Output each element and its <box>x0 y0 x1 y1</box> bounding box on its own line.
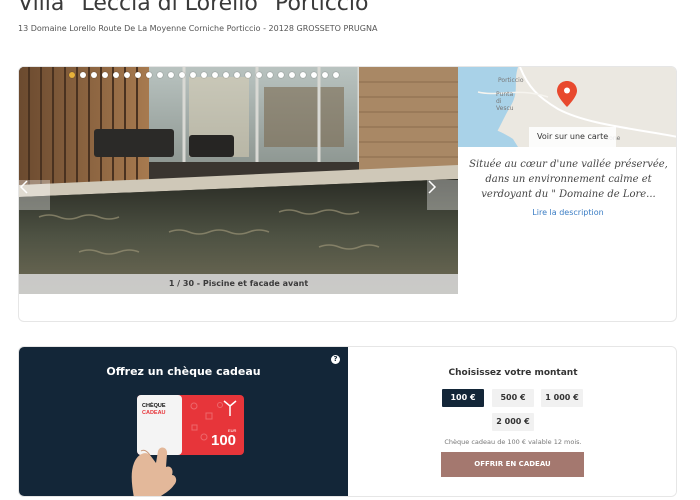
gallery-prev-button[interactable] <box>19 180 50 210</box>
gallery-dot[interactable] <box>157 72 163 78</box>
gift-voucher-section: Offrez un chèque cadeau ? CHÈQUE CADEAU … <box>18 346 677 497</box>
gallery-dot[interactable] <box>146 72 152 78</box>
gallery-dot[interactable] <box>245 72 251 78</box>
gallery-dot[interactable] <box>278 72 284 78</box>
gallery-dot[interactable] <box>179 72 185 78</box>
gallery-dot[interactable] <box>124 72 130 78</box>
gallery-dot[interactable] <box>113 72 119 78</box>
gift-card-label-line1: CHÈQUE <box>142 401 166 409</box>
gift-card-amount: 100 <box>211 432 236 449</box>
page-title: Villa "Leccia di Lorello" Porticcio <box>18 0 369 16</box>
gallery-dot[interactable] <box>267 72 273 78</box>
pool-photo-illustration <box>19 67 458 294</box>
amount-heading: Choisissez votre montant <box>448 368 578 378</box>
validity-note: Chèque cadeau de 100 € valable 12 mois. <box>444 438 582 446</box>
amount-option[interactable]: 2 000 € <box>492 413 534 431</box>
gallery-dot[interactable] <box>223 72 229 78</box>
gift-card-currency: EUR <box>228 428 237 433</box>
gift-voucher-panel: Offrez un chèque cadeau ? CHÈQUE CADEAU … <box>19 347 348 496</box>
read-description-link[interactable]: Lire la description <box>458 208 676 217</box>
view-map-button[interactable]: Voir sur une carte <box>529 127 617 147</box>
chevron-left-icon <box>19 180 28 194</box>
gift-voucher-title: Offrez un chèque cadeau <box>106 365 261 378</box>
gallery-card: 1 / 30 - Piscine et facade avant Porticc… <box>18 66 677 322</box>
amount-option[interactable]: 100 € <box>442 389 484 407</box>
question-icon[interactable]: ? <box>331 355 340 364</box>
gallery-dot[interactable] <box>311 72 317 78</box>
map-town-label: Porticcio <box>498 77 524 84</box>
hotel-address: 13 Domaine Lorello Route De La Moyenne C… <box>18 24 378 33</box>
map-town-label: Punta di Vescu <box>496 91 514 112</box>
amount-option[interactable]: 500 € <box>492 389 534 407</box>
gallery-dot[interactable] <box>289 72 295 78</box>
gallery-photo[interactable]: 1 / 30 - Piscine et facade avant <box>19 67 458 294</box>
amount-selection-panel: Choisissez votre montant 100 € 500 € 1 0… <box>348 347 676 496</box>
gallery-dot[interactable] <box>69 72 75 78</box>
gallery-dot[interactable] <box>201 72 207 78</box>
property-description: Située au cœur d'une vallée préservée, d… <box>469 159 668 200</box>
map-pin-icon <box>557 81 577 107</box>
gallery-dot[interactable] <box>91 72 97 78</box>
chevron-right-icon <box>428 180 437 194</box>
gallery-dots <box>69 72 339 78</box>
photo-caption: 1 / 30 - Piscine et facade avant <box>19 274 458 294</box>
gallery-dot[interactable] <box>322 72 328 78</box>
gallery-dot[interactable] <box>168 72 174 78</box>
gallery-dot[interactable] <box>190 72 196 78</box>
location-map[interactable]: Porticcio Punta di Vescu zone Voir sur u… <box>458 67 676 147</box>
gallery-dot[interactable] <box>333 72 339 78</box>
gallery-dot[interactable] <box>256 72 262 78</box>
gallery-dot[interactable] <box>80 72 86 78</box>
gallery-dot[interactable] <box>234 72 240 78</box>
gallery-dot[interactable] <box>212 72 218 78</box>
offer-gift-button[interactable]: OFFRIR EN CADEAU <box>441 452 584 477</box>
amount-option[interactable]: 1 000 € <box>541 389 583 407</box>
gallery-dot[interactable] <box>135 72 141 78</box>
gift-card-illustration: CHÈQUE CADEAU 100 EUR <box>131 395 244 496</box>
gallery-next-button[interactable] <box>427 180 458 210</box>
gallery-dot[interactable] <box>102 72 108 78</box>
gallery-dot[interactable] <box>300 72 306 78</box>
gift-card-label-line2: CADEAU <box>142 410 166 416</box>
